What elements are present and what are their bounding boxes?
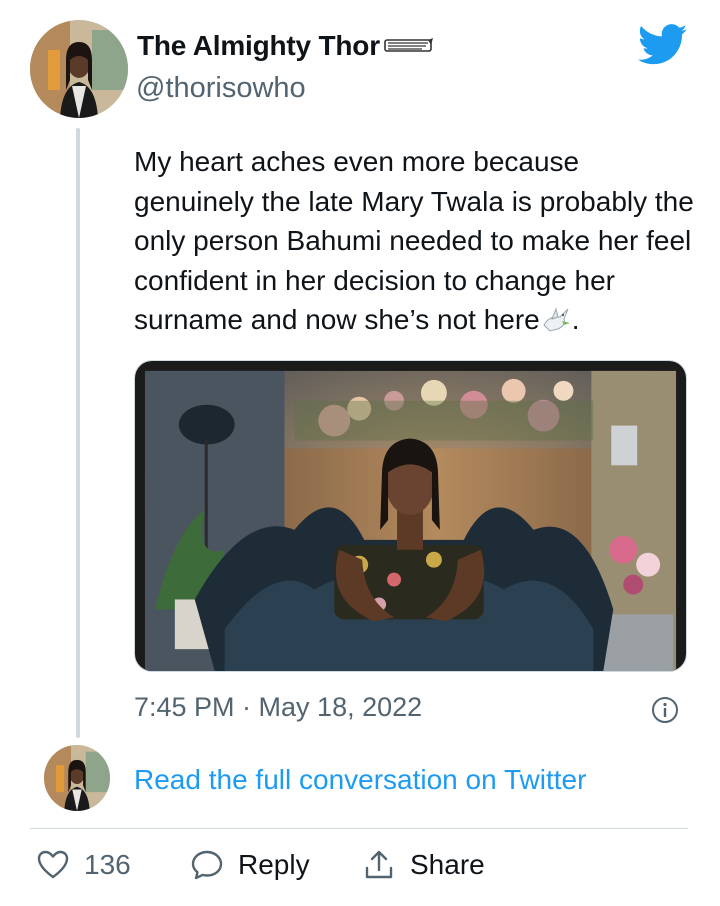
- dove-emoji-icon: [543, 307, 570, 332]
- reply-button[interactable]: Reply: [190, 848, 310, 882]
- tweet-actions: 136 Reply Share: [0, 848, 720, 894]
- like-button[interactable]: 136: [36, 848, 131, 882]
- heart-icon: [37, 850, 69, 879]
- twitter-bird-icon[interactable]: [638, 24, 688, 66]
- info-icon[interactable]: [651, 696, 679, 724]
- like-count: 136: [84, 849, 131, 880]
- tweet-body: My heart aches even more because genuine…: [134, 146, 694, 335]
- reply-avatar[interactable]: [44, 745, 110, 811]
- tweet-text: My heart aches even more because genuine…: [134, 142, 704, 340]
- read-conversation-link[interactable]: Read the full conversation on Twitter: [134, 764, 586, 796]
- author-handle[interactable]: @thorisowho: [136, 72, 306, 105]
- display-name-text: The Almighty Thor: [137, 30, 380, 61]
- wing-emoji-icon: [384, 38, 433, 52]
- share-icon: [365, 850, 393, 879]
- reply-bubble-icon: [191, 850, 223, 880]
- reply-label: Reply: [238, 849, 310, 880]
- share-button[interactable]: Share: [362, 848, 485, 882]
- thread-line: [76, 128, 80, 738]
- tweet-media-image[interactable]: [134, 360, 687, 672]
- tweet-body-end: .: [571, 304, 580, 335]
- tweet-timestamp[interactable]: 7:45 PM · May 18, 2022: [134, 692, 422, 723]
- share-label: Share: [410, 849, 485, 880]
- divider: [30, 828, 688, 829]
- author-avatar[interactable]: [30, 20, 128, 118]
- author-name[interactable]: The Almighty Thor: [137, 30, 434, 62]
